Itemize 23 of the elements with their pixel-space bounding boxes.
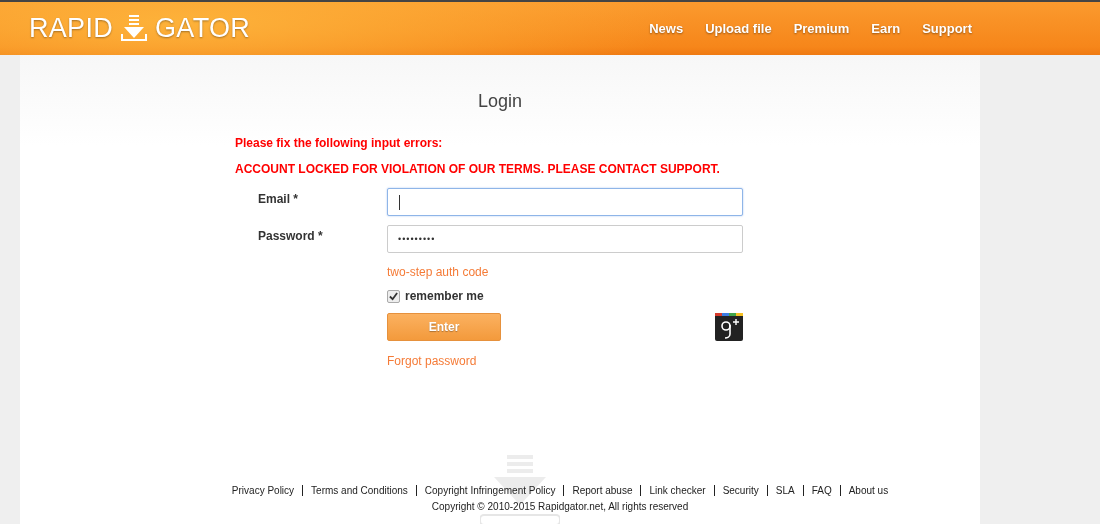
footer-link[interactable]: Report abuse bbox=[572, 485, 633, 496]
footer-link[interactable]: FAQ bbox=[811, 485, 832, 496]
field-label: Email * bbox=[257, 191, 300, 206]
logo-text: RAPID bbox=[29, 13, 114, 44]
footer-link[interactable]: Copyright Infringement Policy bbox=[424, 485, 556, 496]
logo-text: GATOR bbox=[155, 13, 251, 44]
remember-checkbox[interactable] bbox=[387, 289, 400, 303]
download-icon bbox=[119, 13, 150, 44]
google-plus-icon[interactable] bbox=[715, 313, 743, 341]
footer-link[interactable]: Privacy Policy bbox=[231, 485, 295, 496]
page-title: Login bbox=[477, 91, 522, 112]
footer-link[interactable]: Link checker bbox=[649, 485, 706, 496]
error-heading: Please fix the following input errors: bbox=[235, 136, 443, 150]
footer-link[interactable]: Terms and Conditions bbox=[311, 485, 408, 496]
checkbox-label: remember me bbox=[405, 289, 484, 303]
copyright-text: Copyright © 2010-2015 Rapidgator.net, All rights reserved bbox=[431, 501, 689, 512]
email-field[interactable] bbox=[387, 188, 743, 216]
footer-link[interactable]: About us bbox=[848, 485, 889, 496]
footer-link[interactable]: Security bbox=[722, 485, 759, 496]
footer-link[interactable]: SLA bbox=[775, 485, 795, 496]
password-field[interactable]: ••••••••• bbox=[387, 225, 743, 253]
error-message: ACCOUNT LOCKED FOR VIOLATION OF OUR TERMS. PLEASE CONTACT SUPPORT. bbox=[235, 162, 721, 176]
field-label: Password * bbox=[257, 228, 324, 243]
